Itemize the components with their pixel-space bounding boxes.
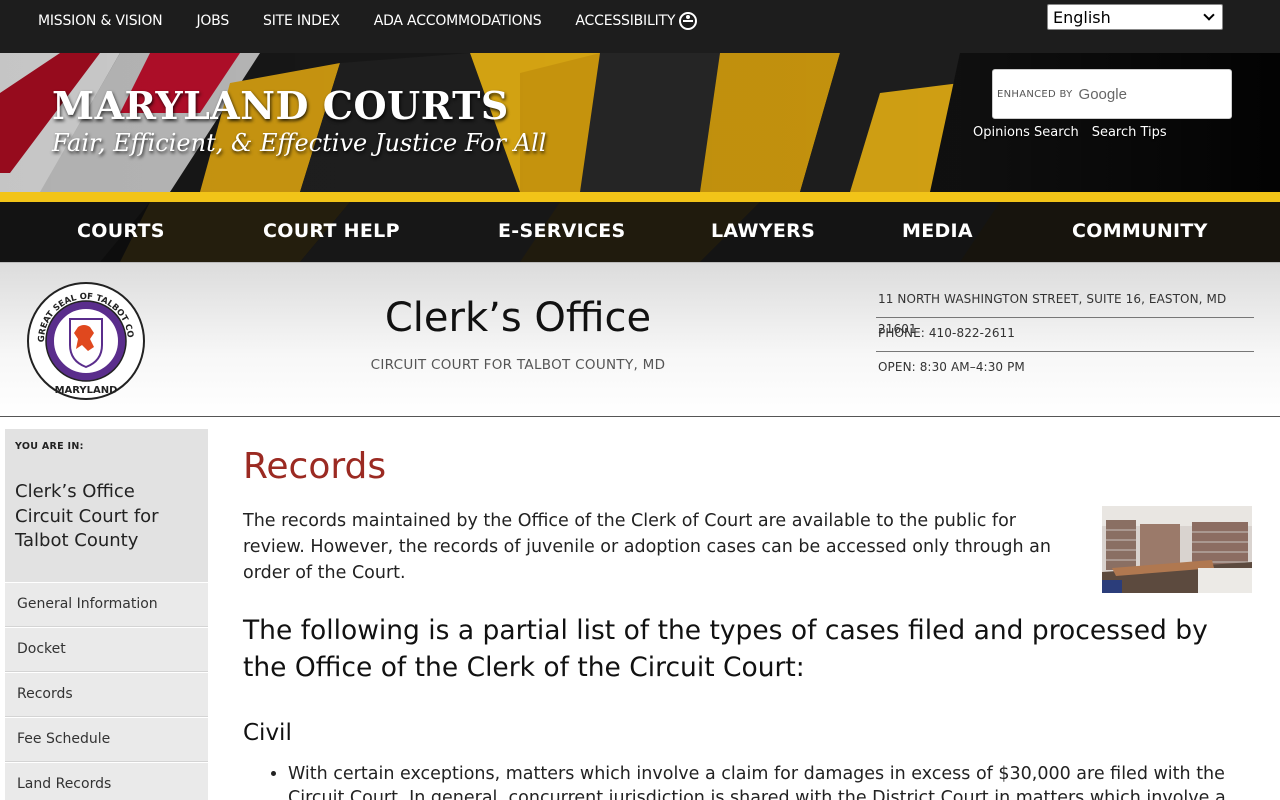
office-phone: PHONE: 410-822-2611	[876, 318, 1254, 352]
site-banner: MARYLAND COURTS Fair, Efficient, & Effec…	[0, 53, 1280, 262]
accessibility-icon	[679, 12, 698, 30]
gold-divider	[0, 192, 1280, 202]
sidebar-item-general-information[interactable]: General Information	[5, 582, 208, 627]
nav-court-help[interactable]: COURT HELP	[263, 220, 400, 242]
search-enhanced-label: ENHANCED BY	[997, 88, 1073, 100]
site-index-link[interactable]: SITE INDEX	[263, 13, 340, 29]
search-input[interactable]: ENHANCED BY Google	[992, 69, 1232, 119]
utility-links: MISSION & VISION JOBS SITE INDEX ADA ACC…	[38, 12, 731, 30]
utility-bar: MISSION & VISION JOBS SITE INDEX ADA ACC…	[0, 0, 1280, 53]
sidebar-item-land-records[interactable]: Land Records	[5, 762, 208, 800]
ada-accommodations-link[interactable]: ADA ACCOMMODATIONS	[374, 13, 542, 29]
site-title[interactable]: MARYLAND COURTS	[52, 83, 509, 128]
sidebar-item-fee-schedule[interactable]: Fee Schedule	[5, 717, 208, 762]
current-location[interactable]: Clerk’s Office Circuit Court for Talbot …	[15, 480, 198, 554]
you-are-in-label: YOU ARE IN:	[15, 441, 84, 452]
search-tips-link[interactable]: Search Tips	[1092, 125, 1167, 140]
office-address: 11 NORTH WASHINGTON STREET, SUITE 16, EA…	[876, 284, 1254, 336]
office-title: Clerk’s Office	[384, 295, 652, 341]
google-logo: Google	[1078, 85, 1127, 103]
opinions-search-link[interactable]: Opinions Search	[973, 125, 1079, 140]
section-heading-civil: Civil	[243, 720, 292, 746]
language-select[interactable]: English	[1047, 4, 1223, 30]
office-hours: OPEN: 8:30 AM–4:30 PM	[878, 360, 1025, 374]
accessibility-link[interactable]: ACCESSIBILITY	[575, 12, 698, 30]
seal-text-bottom: MARYLAND	[55, 385, 118, 396]
nav-lawyers[interactable]: LAWYERS	[711, 220, 815, 242]
talbot-county-seal: THE GREAT SEAL OF TALBOT COUNTY MARYLAND	[26, 281, 145, 400]
chevron-down-icon	[1203, 9, 1215, 21]
main-nav: COURTS COURT HELP E-SERVICES LAWYERS MED…	[0, 202, 1280, 262]
records-room-photo	[1102, 506, 1252, 593]
office-subtitle: CIRCUIT COURT FOR TALBOT COUNTY, MD	[370, 357, 666, 373]
list-item: With certain exceptions, matters which i…	[288, 762, 1248, 800]
civil-list: With certain exceptions, matters which i…	[288, 762, 1248, 800]
sidebar-item-docket[interactable]: Docket	[5, 627, 208, 672]
accessibility-label: ACCESSIBILITY	[575, 13, 676, 29]
site-tagline: Fair, Efficient, & Effective Justice For…	[52, 129, 547, 157]
main-content: Records The records maintained by the Of…	[243, 440, 1253, 800]
mission-vision-link[interactable]: MISSION & VISION	[38, 13, 163, 29]
intro-paragraph: The records maintained by the Office of …	[243, 511, 1051, 583]
sidebar-header: YOU ARE IN: Clerk’s Office Circuit Court…	[5, 429, 208, 582]
nav-media[interactable]: MEDIA	[902, 220, 973, 242]
nav-community[interactable]: COMMUNITY	[1072, 220, 1208, 242]
office-header: THE GREAT SEAL OF TALBOT COUNTY MARYLAND…	[0, 262, 1280, 417]
nav-e-services[interactable]: E-SERVICES	[498, 220, 626, 242]
page-title: Records	[243, 446, 387, 487]
language-value: English	[1053, 7, 1111, 27]
office-contact-info: 11 NORTH WASHINGTON STREET, SUITE 16, EA…	[876, 284, 1254, 386]
jobs-link[interactable]: JOBS	[196, 13, 229, 29]
nav-courts[interactable]: COURTS	[77, 220, 165, 242]
sidebar: YOU ARE IN: Clerk’s Office Circuit Court…	[5, 429, 208, 800]
sidebar-item-records[interactable]: Records	[5, 672, 208, 717]
search-links: Opinions Search Search Tips	[973, 125, 1180, 140]
list-heading: The following is a partial list of the t…	[243, 615, 1208, 683]
